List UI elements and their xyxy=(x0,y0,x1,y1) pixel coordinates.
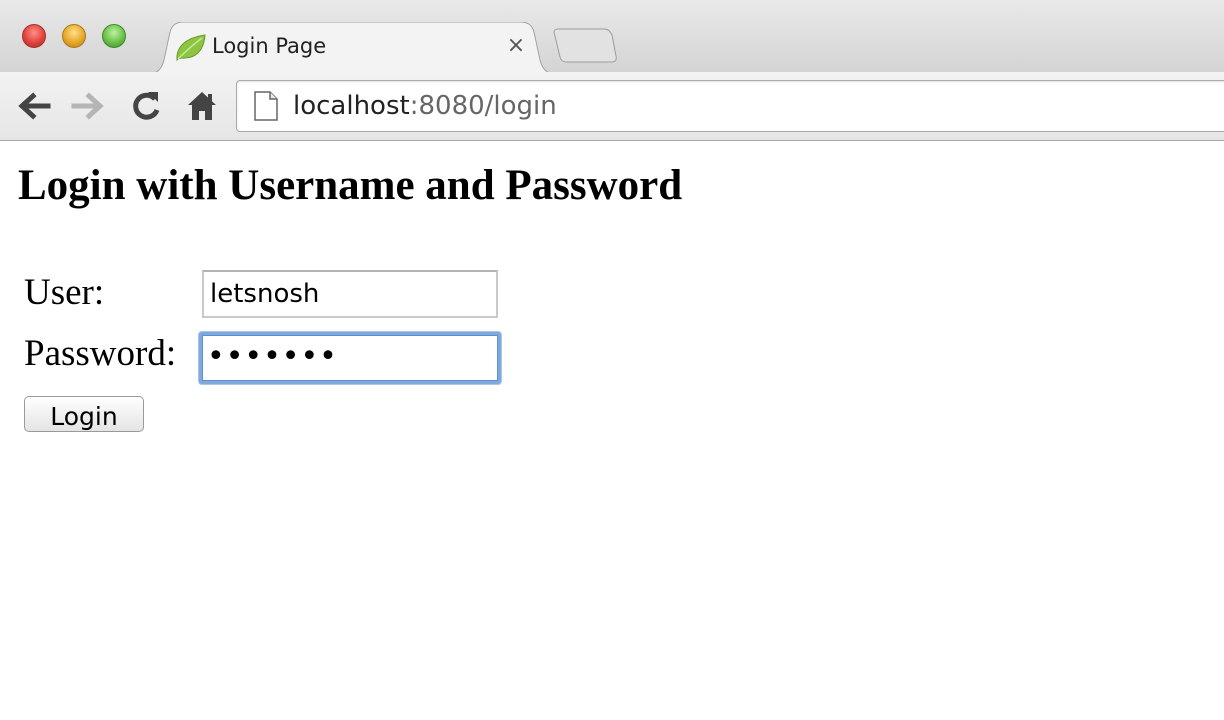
forward-button[interactable] xyxy=(70,86,110,126)
tab-shape xyxy=(148,22,556,74)
new-tab-icon xyxy=(553,28,617,63)
browser-toolbar: localhost:8080/login xyxy=(0,72,1224,141)
arrow-left-icon xyxy=(18,92,51,120)
tab-close-icon[interactable]: × xyxy=(504,32,528,60)
home-button[interactable] xyxy=(182,86,222,126)
url-text: localhost:8080/login xyxy=(293,91,557,121)
window-close-button[interactable] xyxy=(22,24,46,48)
tab-title: Login Page xyxy=(212,34,327,58)
browser-window: Login Page × localhost:8080/login Login … xyxy=(0,0,1224,720)
login-button[interactable]: Login xyxy=(24,396,144,432)
tab-login-page[interactable]: Login Page × xyxy=(148,22,556,74)
reload-icon xyxy=(133,92,160,120)
new-tab-button[interactable] xyxy=(550,28,620,64)
home-icon xyxy=(188,92,216,120)
url-path: :8080/login xyxy=(409,91,557,121)
password-field[interactable]: ••••••• xyxy=(199,332,501,384)
back-button[interactable] xyxy=(14,86,54,126)
page-content: Login with Username and Password User: l… xyxy=(0,141,1224,720)
password-label: Password: xyxy=(24,333,177,374)
page-icon xyxy=(254,91,278,121)
spring-leaf-icon xyxy=(176,34,206,62)
tab-strip: Login Page × xyxy=(0,0,1224,74)
address-bar[interactable]: localhost:8080/login xyxy=(236,80,1224,132)
page-title: Login with Username and Password xyxy=(18,162,683,209)
arrow-right-icon xyxy=(71,92,104,120)
reload-button[interactable] xyxy=(126,86,166,126)
window-zoom-button[interactable] xyxy=(102,24,126,48)
user-label: User: xyxy=(24,272,105,313)
username-field[interactable]: letsnosh xyxy=(202,270,498,318)
window-minimize-button[interactable] xyxy=(62,24,86,48)
url-host: localhost xyxy=(293,91,410,121)
